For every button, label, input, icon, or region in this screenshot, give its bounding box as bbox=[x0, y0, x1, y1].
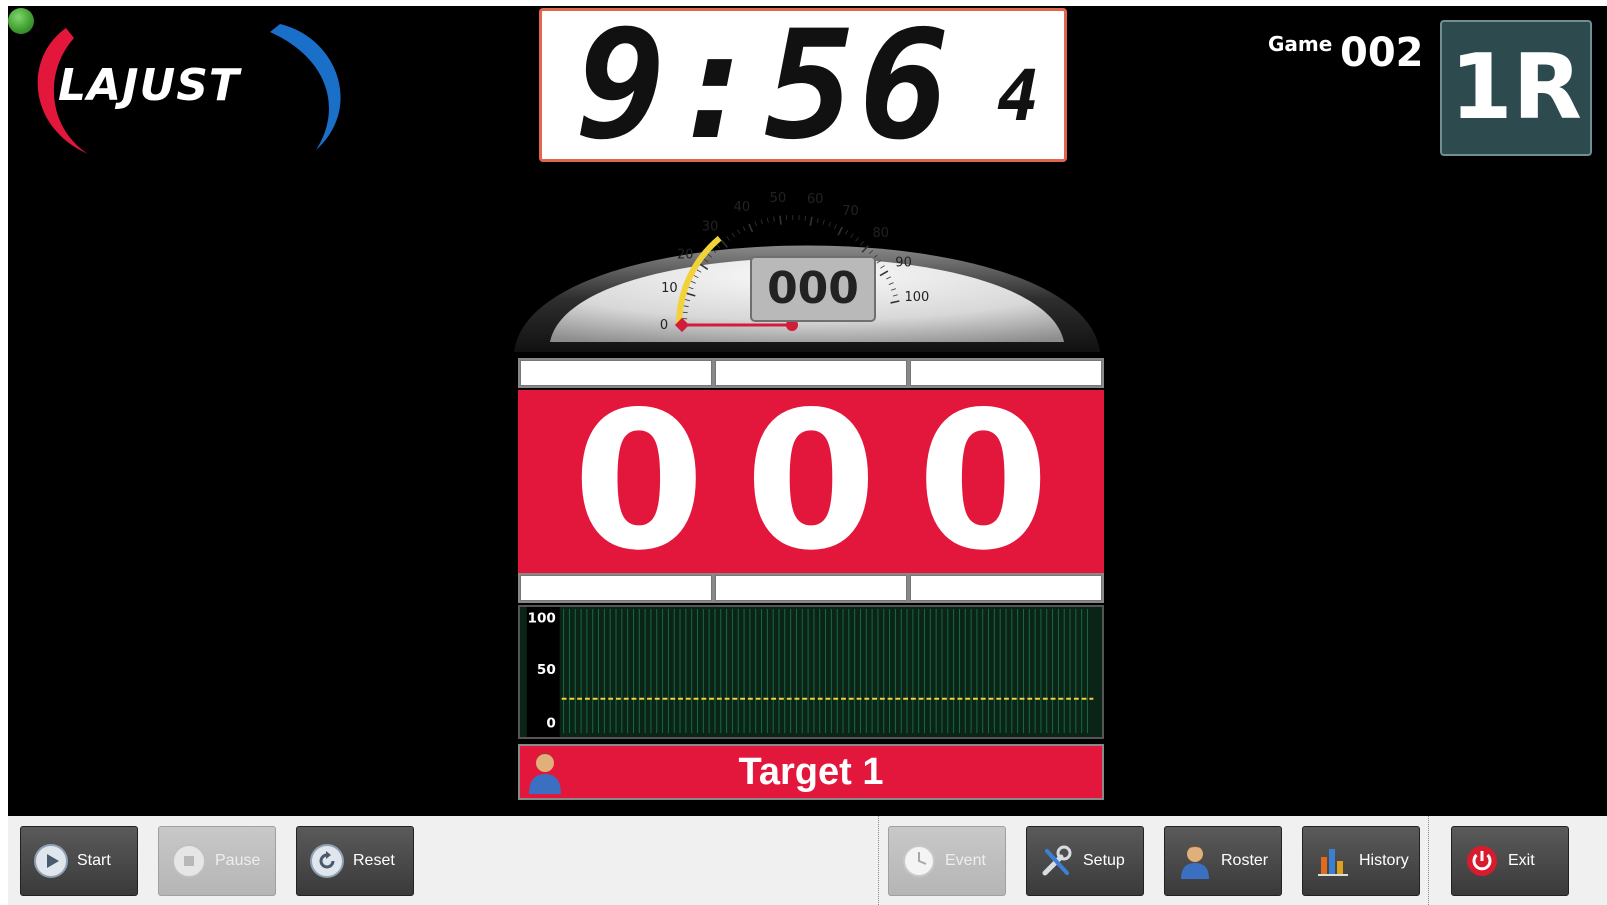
gauge-tick bbox=[731, 232, 736, 238]
exit-button[interactable]: Exit bbox=[1451, 826, 1569, 896]
reset-icon bbox=[310, 844, 344, 878]
toolbar-separator bbox=[1428, 816, 1429, 905]
chart-y-tick: 0 bbox=[546, 715, 555, 731]
target-name: Target 1 bbox=[738, 751, 884, 793]
gauge-tick bbox=[773, 216, 775, 222]
clock-icon bbox=[903, 845, 935, 877]
control-toolbar: Start Pause Reset Event Setup Roster His… bbox=[8, 816, 1607, 905]
gauge-tick-label: 50 bbox=[770, 191, 787, 206]
history-button[interactable]: History bbox=[1302, 826, 1420, 896]
timer-minutes-seconds: 9:56 bbox=[576, 0, 954, 173]
logo-text: LAJUST bbox=[58, 60, 240, 111]
score-digit: 0 bbox=[917, 371, 1050, 592]
chart-y-tick: 100 bbox=[528, 611, 556, 627]
history-button-label: History bbox=[1359, 852, 1409, 869]
match-timer: 9:56 4 bbox=[539, 8, 1067, 162]
chart-y-tick: 50 bbox=[537, 662, 556, 678]
event-button[interactable]: Event bbox=[888, 826, 1006, 896]
game-label: Game bbox=[1268, 32, 1333, 56]
gauge-tick-label: 80 bbox=[873, 226, 890, 241]
pause-button-label: Pause bbox=[215, 852, 261, 869]
gauge-tick-label: 30 bbox=[702, 220, 719, 235]
stop-icon bbox=[172, 844, 206, 878]
gauge-tick-label: 70 bbox=[842, 204, 859, 219]
gauge-tick bbox=[716, 244, 721, 249]
setup-button[interactable]: Setup bbox=[1026, 826, 1144, 896]
score-display: 0 0 0 bbox=[518, 371, 1104, 592]
bottom-indicator-row bbox=[518, 573, 1104, 603]
reset-button[interactable]: Reset bbox=[296, 826, 414, 896]
gauge-tick bbox=[779, 215, 782, 225]
gauge-tick-label: 60 bbox=[807, 192, 824, 207]
gauge-tick bbox=[822, 219, 825, 225]
bar-chart-icon bbox=[1318, 849, 1348, 876]
user-icon bbox=[1181, 846, 1209, 879]
gauge-tick-label: 10 bbox=[661, 281, 678, 296]
gauge-tick bbox=[859, 241, 864, 246]
gauge-tick bbox=[754, 221, 757, 227]
gauge-tick bbox=[834, 224, 837, 230]
exit-button-label: Exit bbox=[1508, 852, 1535, 869]
setup-button-label: Setup bbox=[1083, 852, 1125, 869]
round-badge: 1R bbox=[1440, 20, 1592, 156]
gauge-tick bbox=[766, 217, 769, 223]
gauge-tick-label: 20 bbox=[677, 247, 694, 262]
indicator-slot bbox=[910, 575, 1102, 601]
gauge-tick bbox=[828, 221, 831, 227]
gauge-tick bbox=[726, 236, 730, 241]
gauge-tick bbox=[837, 226, 843, 236]
gauge-tick bbox=[809, 216, 813, 226]
gauge-tick-label: 0 bbox=[660, 318, 668, 333]
roster-button-label: Roster bbox=[1221, 852, 1269, 869]
timer-tenths: 4 bbox=[997, 55, 1040, 137]
power-icon bbox=[1467, 846, 1497, 876]
indicator-slot bbox=[715, 575, 907, 601]
gauge-tick bbox=[760, 219, 763, 225]
gauge-tick bbox=[850, 233, 854, 239]
gauge-tick bbox=[844, 230, 849, 235]
score-digit: 0 bbox=[572, 371, 705, 592]
gauge-tick-label: 100 bbox=[905, 290, 930, 305]
gauge-tick bbox=[742, 226, 746, 232]
gauge-tick bbox=[721, 239, 728, 248]
gauge-readout: 000 bbox=[750, 256, 876, 322]
toolbar-separator bbox=[878, 816, 879, 905]
roster-button[interactable]: Roster bbox=[1164, 826, 1282, 896]
indicator-slot bbox=[520, 575, 712, 601]
tools-icon bbox=[1042, 845, 1072, 876]
event-button-label: Event bbox=[945, 852, 986, 869]
target-bar: Target 1 bbox=[518, 744, 1104, 800]
gauge-tick bbox=[804, 215, 806, 221]
gauge-tick bbox=[737, 229, 741, 235]
chart-grid bbox=[563, 608, 1088, 734]
gauge-tick bbox=[855, 237, 859, 242]
impact-history-chart: 100 50 0 bbox=[518, 605, 1104, 739]
reset-button-label: Reset bbox=[353, 852, 395, 869]
gauge-tick bbox=[816, 218, 819, 224]
pause-button[interactable]: Pause bbox=[158, 826, 276, 896]
gauge-tick-label: 40 bbox=[734, 200, 751, 215]
start-button-label: Start bbox=[77, 852, 111, 869]
score-digit: 0 bbox=[744, 371, 878, 592]
gauge-tick bbox=[748, 223, 754, 233]
game-number: 002 bbox=[1340, 30, 1424, 76]
play-icon bbox=[34, 844, 68, 878]
gauge-tick-label: 90 bbox=[895, 255, 912, 270]
start-button[interactable]: Start bbox=[20, 826, 138, 896]
